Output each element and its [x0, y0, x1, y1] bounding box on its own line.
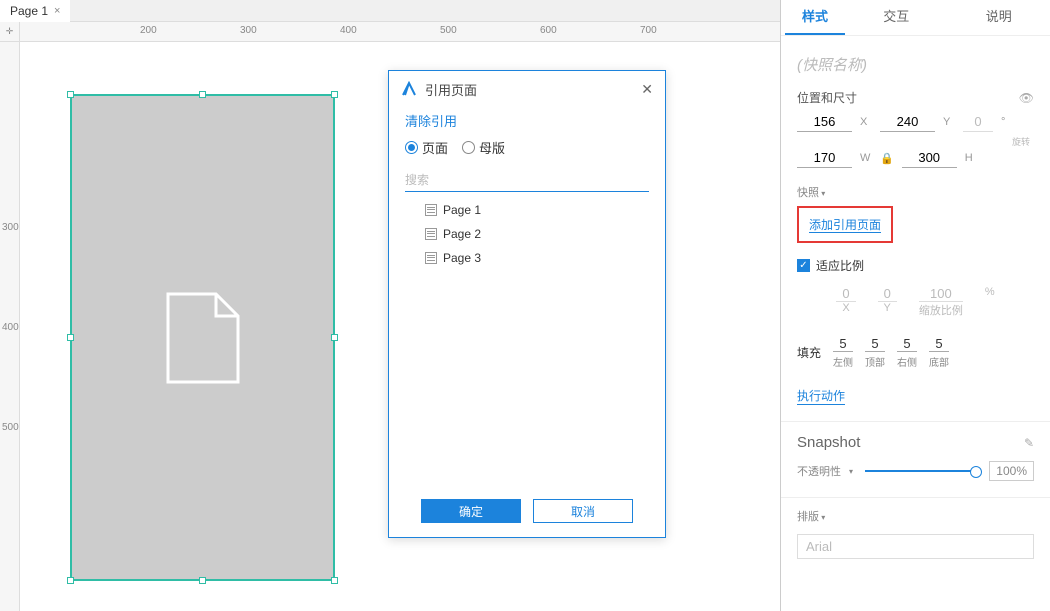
radio-master[interactable]: 母版 — [462, 138, 505, 157]
dialog-titlebar[interactable]: 引用页面 ✕ — [389, 71, 665, 107]
inspector-panel: 样式 交互 说明 (快照名称) 位置和尺寸👁 X Y ° 旋转 W 🔒 H 快照… — [780, 0, 1050, 611]
typography-section[interactable]: 排版 — [797, 508, 1034, 524]
close-icon[interactable]: × — [54, 0, 60, 22]
ok-button[interactable]: 确定 — [421, 499, 521, 523]
snapshot-style-label: Snapshot — [797, 434, 860, 451]
list-item[interactable]: Page 2 — [405, 222, 649, 246]
file-icon — [164, 290, 242, 386]
visibility-icon[interactable]: 👁 — [1019, 91, 1034, 105]
cancel-button[interactable]: 取消 — [533, 499, 633, 523]
resize-handle[interactable] — [331, 577, 338, 584]
page-tab-label: Page 1 — [10, 0, 48, 22]
snapshot-section[interactable]: 快照 — [797, 184, 1034, 200]
ruler-vertical: 300 400 500 — [0, 42, 20, 611]
y-input[interactable] — [880, 112, 935, 132]
highlight-box: 添加引用页面 — [797, 206, 893, 243]
resize-handle[interactable] — [331, 91, 338, 98]
rotation-input[interactable] — [963, 112, 993, 132]
list-item[interactable]: Page 3 — [405, 246, 649, 270]
resize-handle[interactable] — [67, 334, 74, 341]
reference-page-dialog: 引用页面 ✕ 清除引用 页面 母版 Page 1 Page 2 Page 3 确… — [388, 70, 666, 538]
radio-page[interactable]: 页面 — [405, 138, 448, 157]
resize-handle[interactable] — [199, 577, 206, 584]
page-icon — [425, 204, 437, 216]
execute-action-link[interactable]: 执行动作 — [797, 387, 845, 405]
close-icon[interactable]: ✕ — [641, 81, 653, 98]
widget-name-input[interactable]: (快照名称) — [797, 54, 1034, 75]
edit-icon[interactable]: ✎ — [1024, 436, 1034, 450]
add-reference-link[interactable]: 添加引用页面 — [809, 218, 881, 233]
height-input[interactable] — [902, 148, 957, 168]
resize-handle[interactable] — [199, 91, 206, 98]
pad-bottom-input[interactable]: 5 — [929, 336, 949, 352]
fit-checkbox-row[interactable]: ✓ 适应比例 — [797, 257, 1034, 274]
resize-handle[interactable] — [331, 334, 338, 341]
tab-style[interactable]: 样式 — [785, 0, 845, 35]
pad-top-input[interactable]: 5 — [865, 336, 885, 352]
snapshot-widget[interactable] — [70, 94, 335, 581]
tab-interactions[interactable]: 交互 — [845, 0, 948, 35]
section-position: 位置和尺寸 — [797, 89, 857, 106]
chevron-down-icon[interactable]: ▾ — [849, 467, 853, 476]
opacity-slider[interactable] — [865, 470, 977, 472]
clear-reference-link[interactable]: 清除引用 — [405, 114, 457, 129]
pad-right-input[interactable]: 5 — [897, 336, 917, 352]
radio-icon — [462, 141, 475, 154]
ruler-origin-icon[interactable]: ✛ — [0, 22, 20, 42]
lock-aspect-icon[interactable]: 🔒 — [880, 152, 894, 165]
axure-logo-icon — [401, 81, 417, 97]
x-input[interactable] — [797, 112, 852, 132]
list-item[interactable]: Page 1 — [405, 198, 649, 222]
search-input[interactable] — [405, 169, 649, 192]
checkbox-icon: ✓ — [797, 259, 810, 272]
width-input[interactable] — [797, 148, 852, 168]
tab-notes[interactable]: 说明 — [948, 0, 1050, 35]
font-select[interactable]: Arial — [797, 534, 1034, 559]
resize-handle[interactable] — [67, 91, 74, 98]
opacity-input[interactable]: 100% — [989, 461, 1034, 481]
page-icon — [425, 252, 437, 264]
resize-handle[interactable] — [67, 577, 74, 584]
ruler-horizontal: 200 300 400 500 600 700 — [20, 22, 780, 42]
pad-left-input[interactable]: 5 — [833, 336, 853, 352]
padding-label: 填充 — [797, 344, 821, 361]
page-list: Page 1 Page 2 Page 3 — [405, 198, 649, 270]
dialog-title-text: 引用页面 — [425, 80, 477, 99]
page-tab[interactable]: Page 1 × — [0, 0, 70, 22]
page-icon — [425, 228, 437, 240]
radio-icon — [405, 141, 418, 154]
panel-tabs: 样式 交互 说明 — [781, 0, 1050, 36]
